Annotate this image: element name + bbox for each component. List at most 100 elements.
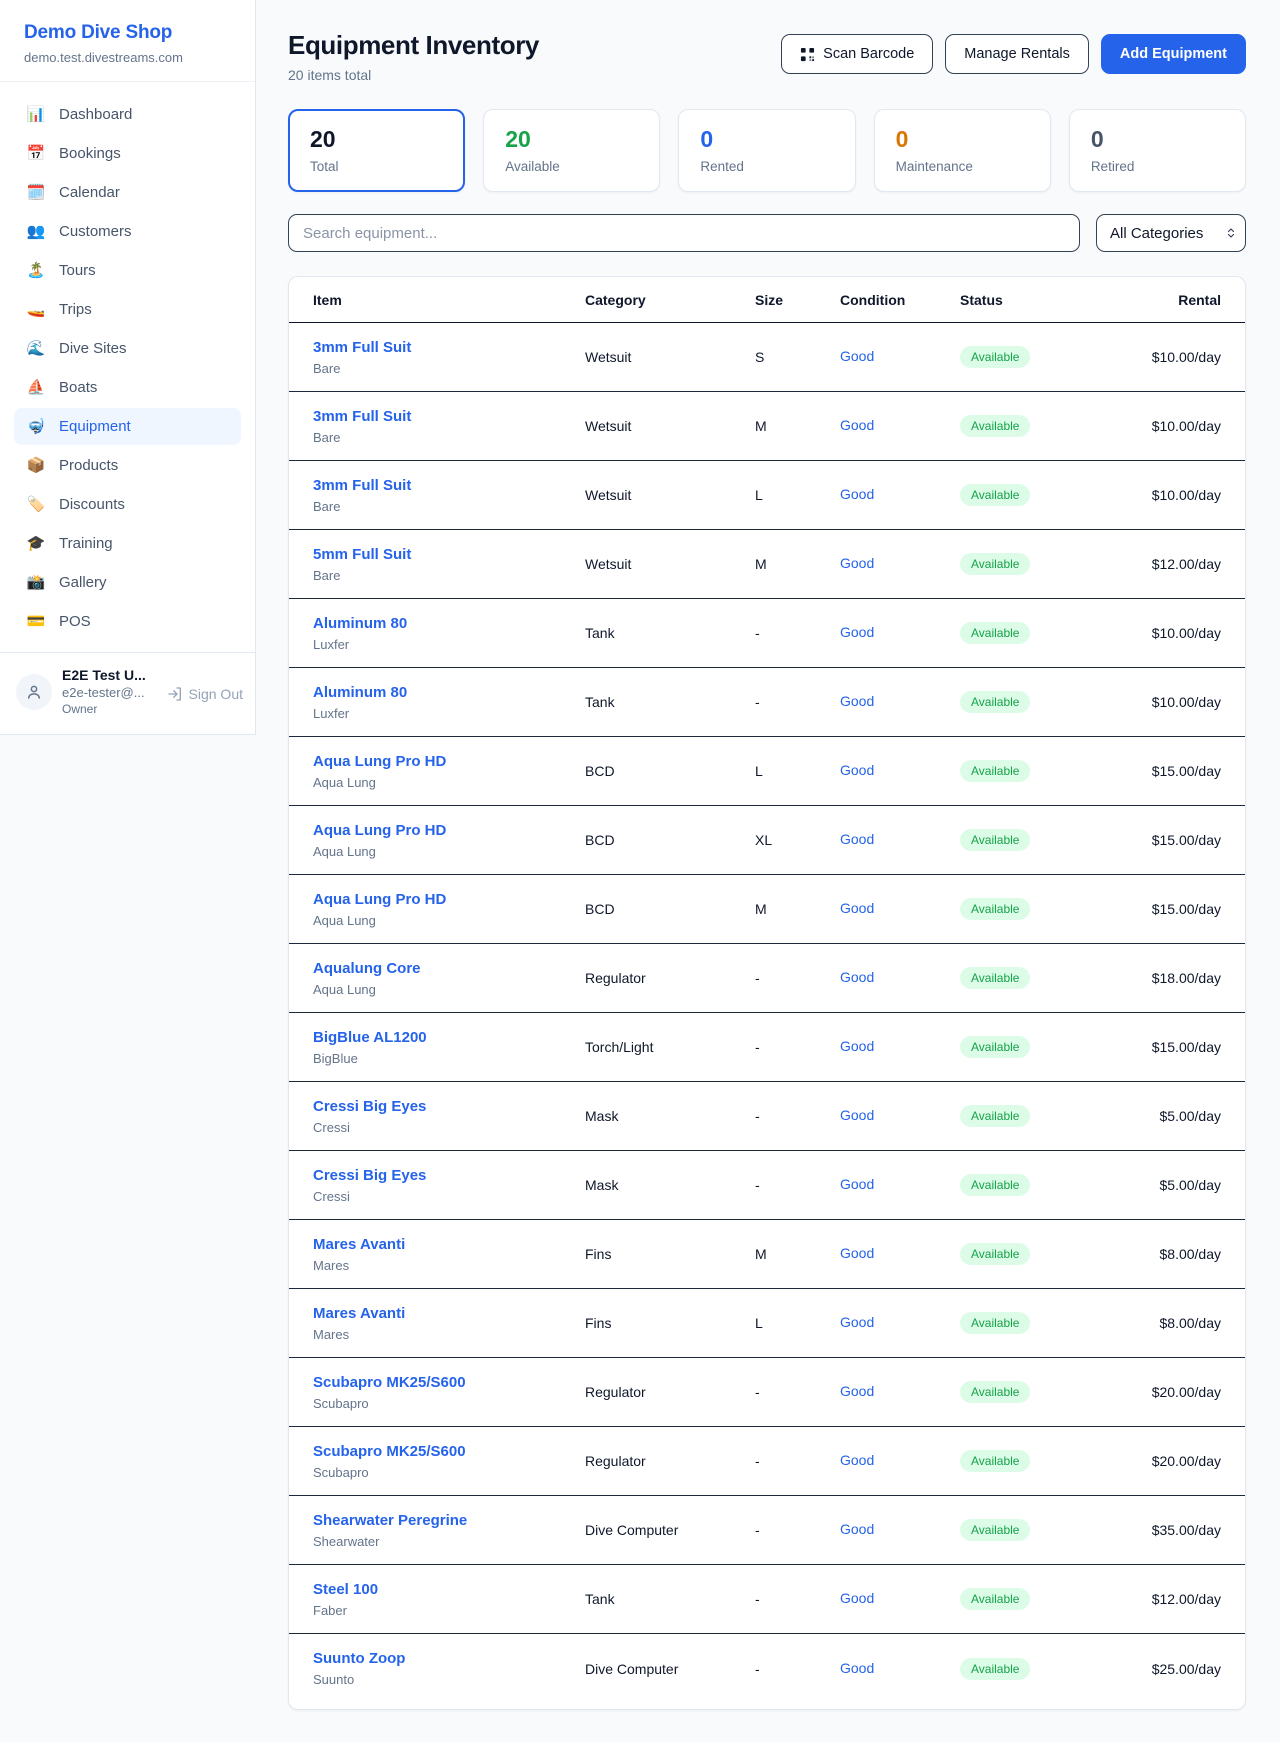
item-link[interactable]: Aqualung Core	[313, 960, 421, 977]
condition-link[interactable]: Good	[840, 1107, 874, 1123]
category-cell: Wetsuit	[585, 418, 755, 434]
status-badge: Available	[960, 1036, 1030, 1058]
stat-card-maintenance[interactable]: 0 Maintenance	[874, 109, 1051, 192]
status-badge: Available	[960, 1450, 1030, 1472]
manage-rentals-button[interactable]: Manage Rentals	[945, 34, 1089, 74]
item-link[interactable]: Aqua Lung Pro HD	[313, 753, 446, 770]
condition-link[interactable]: Good	[840, 486, 874, 502]
item-cell: Cressi Big Eyes Cressi	[313, 1098, 585, 1135]
package-icon: 📦	[26, 458, 46, 473]
item-link[interactable]: 5mm Full Suit	[313, 546, 411, 563]
condition-link[interactable]: Good	[840, 969, 874, 985]
condition-link[interactable]: Good	[840, 1314, 874, 1330]
sidebar-item-products[interactable]: 📦 Products	[14, 447, 241, 484]
size-cell: -	[755, 1522, 840, 1538]
table-row: Mares Avanti Mares Fins M Good Available…	[289, 1220, 1245, 1289]
sidebar-item-bookings[interactable]: 📅 Bookings	[14, 135, 241, 172]
equipment-table: Item Category Size Condition Status Rent…	[288, 276, 1246, 1710]
item-link[interactable]: Aluminum 80	[313, 684, 407, 701]
sign-out-icon	[167, 686, 183, 702]
item-brand: Aqua Lung	[313, 913, 585, 928]
item-link[interactable]: Mares Avanti	[313, 1236, 405, 1253]
stat-value: 0	[700, 127, 833, 152]
search-input[interactable]	[288, 214, 1080, 252]
item-cell: Aluminum 80 Luxfer	[313, 684, 585, 721]
sidebar-item-dashboard[interactable]: 📊 Dashboard	[14, 96, 241, 133]
category-cell: Dive Computer	[585, 1661, 755, 1677]
condition-link[interactable]: Good	[840, 900, 874, 916]
sidebar-item-tours[interactable]: 🏝️ Tours	[14, 252, 241, 289]
stat-card-available[interactable]: 20 Available	[483, 109, 660, 192]
item-link[interactable]: Aqua Lung Pro HD	[313, 891, 446, 908]
user-name: E2E Test U...	[62, 667, 146, 683]
stat-card-rented[interactable]: 0 Rented	[678, 109, 855, 192]
condition-link[interactable]: Good	[840, 1038, 874, 1054]
sidebar-item-discounts[interactable]: 🏷️ Discounts	[14, 486, 241, 523]
sidebar-item-pos[interactable]: 💳 POS	[14, 603, 241, 640]
condition-link[interactable]: Good	[840, 1176, 874, 1192]
status-badge: Available	[960, 829, 1030, 851]
user-meta: E2E Test U... e2e-tester@... Owner	[62, 667, 146, 716]
condition-link[interactable]: Good	[840, 1590, 874, 1606]
condition-link[interactable]: Good	[840, 831, 874, 847]
item-link[interactable]: Suunto Zoop	[313, 1650, 405, 1667]
add-equipment-button[interactable]: Add Equipment	[1101, 34, 1246, 74]
sidebar-item-calendar[interactable]: 🗓️ Calendar	[14, 174, 241, 211]
condition-link[interactable]: Good	[840, 624, 874, 640]
category-cell: Tank	[585, 694, 755, 710]
condition-link[interactable]: Good	[840, 348, 874, 364]
item-link[interactable]: Mares Avanti	[313, 1305, 405, 1322]
scan-barcode-button[interactable]: Scan Barcode	[781, 34, 933, 74]
item-cell: Steel 100 Faber	[313, 1581, 585, 1618]
condition-link[interactable]: Good	[840, 693, 874, 709]
condition-link[interactable]: Good	[840, 555, 874, 571]
table-row: Suunto Zoop Suunto Dive Computer - Good …	[289, 1634, 1245, 1703]
condition-link[interactable]: Good	[840, 1383, 874, 1399]
size-cell: L	[755, 763, 840, 779]
item-link[interactable]: BigBlue AL1200	[313, 1029, 427, 1046]
item-brand: Faber	[313, 1603, 585, 1618]
sidebar-item-customers[interactable]: 👥 Customers	[14, 213, 241, 250]
wave-icon: 🌊	[26, 341, 46, 356]
sidebar-item-boats[interactable]: ⛵ Boats	[14, 369, 241, 406]
item-link[interactable]: 3mm Full Suit	[313, 477, 411, 494]
item-link[interactable]: Aqua Lung Pro HD	[313, 822, 446, 839]
category-select[interactable]: All Categories	[1096, 214, 1246, 252]
condition-link[interactable]: Good	[840, 1245, 874, 1261]
item-link[interactable]: Cressi Big Eyes	[313, 1098, 426, 1115]
table-row: 3mm Full Suit Bare Wetsuit S Good Availa…	[289, 323, 1245, 392]
sidebar-item-training[interactable]: 🎓 Training	[14, 525, 241, 562]
rental-price: $8.00/day	[1130, 1246, 1221, 1262]
size-cell: -	[755, 1384, 840, 1400]
item-link[interactable]: Steel 100	[313, 1581, 378, 1598]
condition-link[interactable]: Good	[840, 417, 874, 433]
sidebar-item-gallery[interactable]: 📸 Gallery	[14, 564, 241, 601]
condition-link[interactable]: Good	[840, 1521, 874, 1537]
items-total-count: 20 items total	[288, 67, 539, 83]
sidebar-item-dive-sites[interactable]: 🌊 Dive Sites	[14, 330, 241, 367]
size-cell: M	[755, 418, 840, 434]
condition-link[interactable]: Good	[840, 762, 874, 778]
sidebar-item-equipment[interactable]: 🤿 Equipment	[14, 408, 241, 445]
item-link[interactable]: Cressi Big Eyes	[313, 1167, 426, 1184]
item-link[interactable]: Shearwater Peregrine	[313, 1512, 467, 1529]
item-link[interactable]: 3mm Full Suit	[313, 408, 411, 425]
status-badge: Available	[960, 898, 1030, 920]
item-link[interactable]: 3mm Full Suit	[313, 339, 411, 356]
sidebar-item-trips[interactable]: 🚤 Trips	[14, 291, 241, 328]
credit-card-icon: 💳	[26, 614, 46, 629]
item-cell: 5mm Full Suit Bare	[313, 546, 585, 583]
size-cell: -	[755, 1453, 840, 1469]
sign-out-button[interactable]: Sign Out	[167, 686, 243, 702]
condition-link[interactable]: Good	[840, 1660, 874, 1676]
item-link[interactable]: Aluminum 80	[313, 615, 407, 632]
condition-link[interactable]: Good	[840, 1452, 874, 1468]
item-link[interactable]: Scubapro MK25/S600	[313, 1374, 466, 1391]
size-cell: XL	[755, 832, 840, 848]
page-heading-group: Equipment Inventory 20 items total	[288, 30, 539, 83]
stat-card-retired[interactable]: 0 Retired	[1069, 109, 1246, 192]
stat-card-total[interactable]: 20 Total	[288, 109, 465, 192]
item-link[interactable]: Scubapro MK25/S600	[313, 1443, 466, 1460]
item-brand: Cressi	[313, 1120, 585, 1135]
filter-row: All Categories	[288, 214, 1246, 252]
